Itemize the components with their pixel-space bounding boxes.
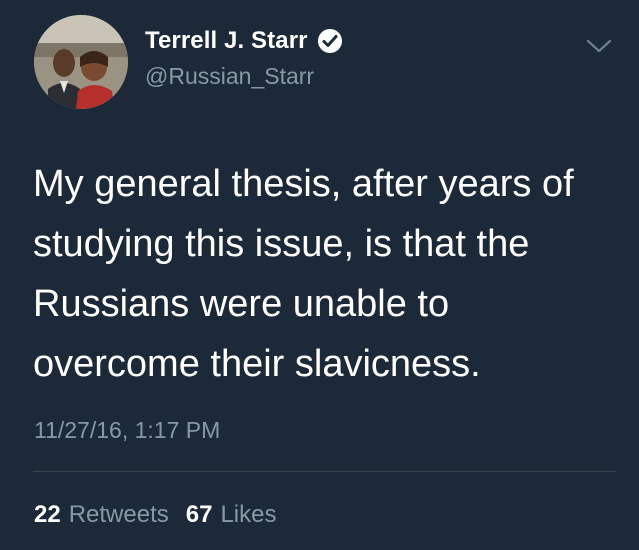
likes-stat[interactable]: 67 Likes (186, 501, 277, 529)
author-display-name[interactable]: Terrell J. Starr (145, 27, 308, 55)
avatar[interactable] (34, 15, 128, 109)
tweet-text-line: My general thesis, after years of (33, 163, 574, 205)
retweets-stat[interactable]: 22 Retweets (34, 501, 169, 529)
author-name-row: Terrell J. Starr (145, 27, 343, 55)
chevron-down-icon[interactable] (584, 36, 614, 56)
verified-badge-icon (317, 28, 343, 54)
engagement-stats: 22 Retweets 67 Likes (34, 501, 276, 529)
profile-photo-icon (34, 15, 128, 109)
retweets-count: 22 (34, 501, 61, 528)
likes-count: 67 (185, 501, 213, 528)
tweet-text-line: Russians were unable to (33, 283, 450, 325)
author-handle[interactable]: @Russian_Starr (145, 63, 314, 90)
divider (33, 471, 616, 472)
tweet-text: My general thesis, after years of studyi… (33, 154, 613, 394)
retweets-label: Retweets (68, 501, 169, 528)
tweet-text-line: studying this issue, is that the (33, 223, 530, 265)
tweet-timestamp[interactable]: 11/27/16, 1:17 PM (34, 417, 220, 444)
likes-label: Likes (220, 501, 277, 528)
tweet-text-line: overcome their slavicness. (33, 343, 481, 385)
